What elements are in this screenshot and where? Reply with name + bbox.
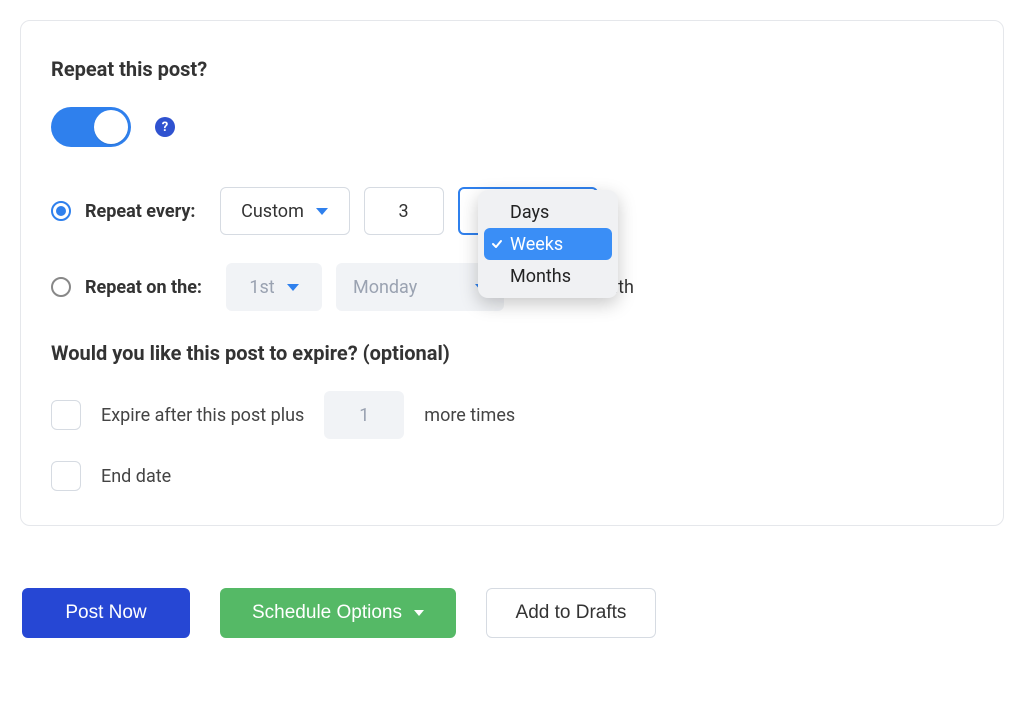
- expire-section-title: Would you like this post to expire? (opt…: [51, 341, 973, 365]
- repeat-section-title: Repeat this post?: [51, 57, 973, 81]
- repeat-on-radio[interactable]: [51, 277, 71, 297]
- add-to-drafts-label: Add to Drafts: [516, 602, 627, 624]
- repeat-every-label: Repeat every:: [85, 201, 196, 222]
- footer-actions: Post Now Schedule Options Add to Drafts: [20, 588, 1004, 638]
- expire-after-suffix: more times: [424, 405, 515, 426]
- repeat-every-radio[interactable]: [51, 201, 71, 221]
- unit-option-weeks[interactable]: Weeks: [484, 228, 612, 260]
- unit-option-days[interactable]: Days: [484, 196, 612, 228]
- end-date-checkbox[interactable]: [51, 461, 81, 491]
- schedule-options-button[interactable]: Schedule Options: [220, 588, 456, 638]
- unit-option-months[interactable]: Months: [484, 260, 612, 292]
- interval-count-input[interactable]: 3: [364, 187, 444, 235]
- unit-option-label: Months: [510, 266, 571, 287]
- chevron-down-icon: [316, 208, 328, 215]
- post-now-button[interactable]: Post Now: [22, 588, 190, 638]
- repeat-toggle-row: ?: [51, 107, 973, 147]
- weekday-value: Monday: [353, 277, 417, 298]
- end-date-label: End date: [101, 466, 171, 487]
- check-icon: [490, 237, 504, 251]
- unit-option-label: Weeks: [510, 234, 563, 255]
- chevron-down-icon: [414, 610, 424, 616]
- expire-after-count-input[interactable]: 1: [324, 391, 404, 439]
- ordinal-select[interactable]: 1st: [226, 263, 322, 311]
- expire-after-prefix: Expire after this post plus: [101, 405, 304, 426]
- unit-option-label: Days: [510, 202, 549, 223]
- repeat-settings-card: Repeat this post? ? Repeat every: Custom…: [20, 20, 1004, 526]
- toggle-knob: [94, 110, 128, 144]
- expire-after-count-value: 1: [359, 405, 369, 426]
- expire-after-row: Expire after this post plus 1 more times: [51, 391, 973, 439]
- chevron-down-icon: [287, 284, 299, 291]
- repeat-on-label: Repeat on the:: [85, 277, 202, 298]
- schedule-options-label: Schedule Options: [252, 602, 402, 624]
- interval-type-select[interactable]: Custom: [220, 187, 350, 235]
- ordinal-value: 1st: [249, 277, 274, 298]
- help-icon[interactable]: ?: [155, 117, 175, 137]
- radio-selected-dot: [56, 206, 66, 216]
- expire-after-checkbox[interactable]: [51, 400, 81, 430]
- interval-type-value: Custom: [241, 201, 304, 222]
- post-now-label: Post Now: [65, 602, 146, 624]
- end-date-row: End date: [51, 461, 973, 491]
- add-to-drafts-button[interactable]: Add to Drafts: [486, 588, 656, 638]
- unit-dropdown-menu: Days Weeks Months: [478, 190, 618, 298]
- repeat-toggle[interactable]: [51, 107, 131, 147]
- interval-count-value: 3: [398, 201, 408, 222]
